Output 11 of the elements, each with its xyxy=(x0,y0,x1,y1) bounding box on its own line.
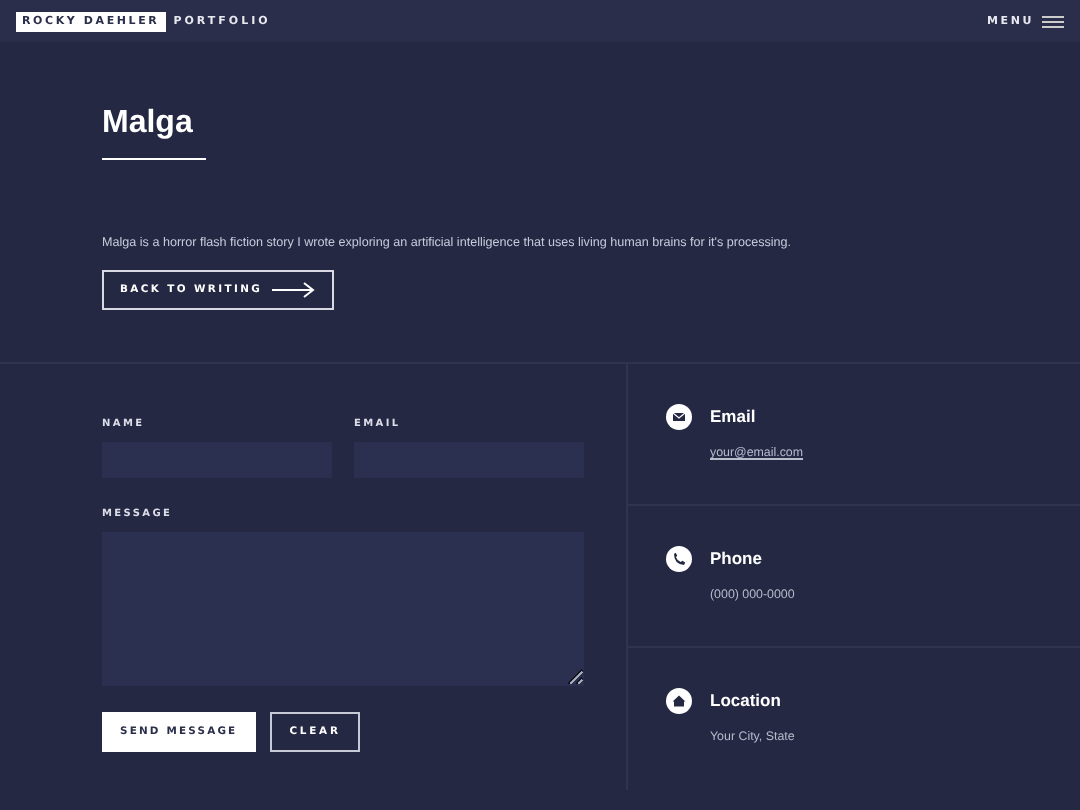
contact-title: Phone xyxy=(710,548,764,568)
contact-title: Email xyxy=(710,406,758,426)
contact-title: Location xyxy=(710,690,783,710)
title-underline xyxy=(102,158,206,160)
phone-icon xyxy=(666,546,692,572)
house-icon xyxy=(666,688,692,714)
page-title: Malga xyxy=(102,106,195,142)
message-field[interactable] xyxy=(102,532,584,686)
menu-icon[interactable] xyxy=(1042,15,1064,27)
arrow-icon xyxy=(272,282,317,298)
envelope-icon xyxy=(666,404,692,430)
